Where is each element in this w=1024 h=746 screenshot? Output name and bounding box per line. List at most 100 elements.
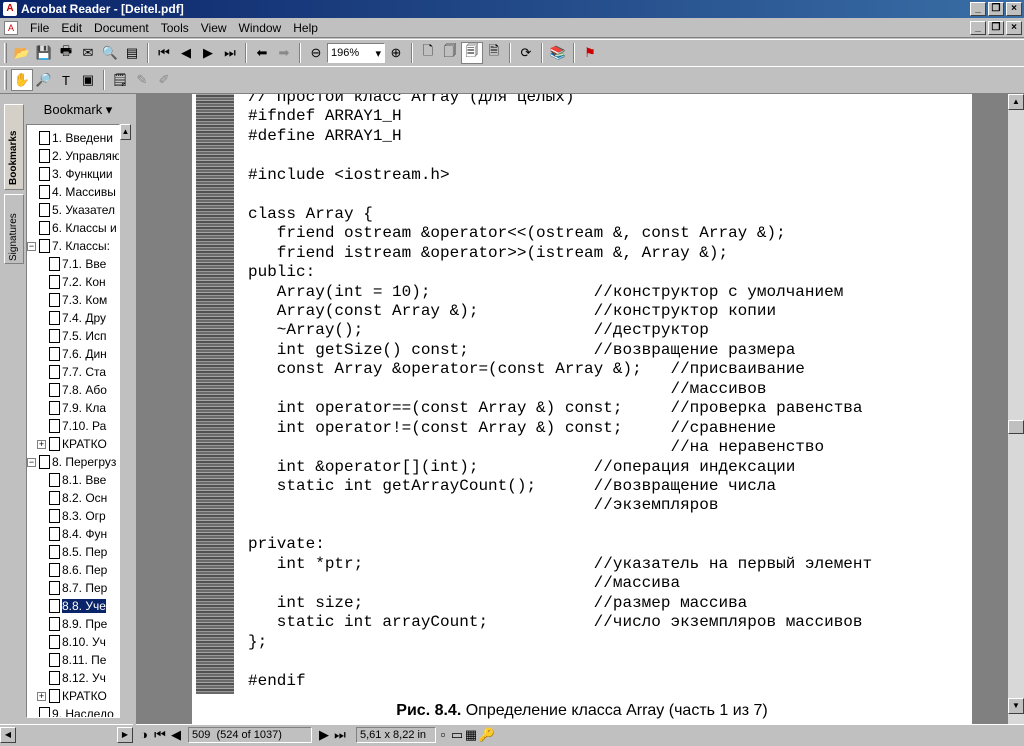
document-icon[interactable]: A xyxy=(4,20,18,35)
last-page-status-icon[interactable]: ⏭ xyxy=(332,724,348,746)
note-tool-icon[interactable]: 🗒 xyxy=(109,69,131,91)
highlight-tool-icon[interactable]: ✐ xyxy=(153,69,175,91)
bookmark-item[interactable]: 7.5. Исп xyxy=(37,327,106,345)
tab-signatures[interactable]: Signatures xyxy=(4,194,24,264)
bookmark-item[interactable]: 8.8. Уче xyxy=(37,597,106,615)
bookmark-item[interactable]: 9. Наследо xyxy=(27,705,114,717)
menu-file[interactable]: File xyxy=(24,21,55,35)
scroll-up-icon[interactable]: ▲ xyxy=(1008,94,1024,110)
expand-icon[interactable]: + xyxy=(37,691,46,701)
next-page-icon[interactable]: ▶ xyxy=(197,42,219,64)
bookmark-item[interactable]: 5. Указател xyxy=(27,201,115,219)
bookmark-item[interactable]: 6. Классы и xyxy=(27,219,117,237)
doc-restore-button[interactable]: ❐ xyxy=(988,21,1004,35)
bookmark-item[interactable]: + КРАТКО xyxy=(37,435,107,453)
menu-document[interactable]: Document xyxy=(88,21,155,35)
bookmark-item[interactable]: 8.5. Пер xyxy=(37,543,107,561)
bookmark-item[interactable]: 8.10. Уч xyxy=(37,633,106,651)
text-select-icon[interactable]: T xyxy=(55,69,77,91)
tab-bookmarks[interactable]: Bookmarks xyxy=(4,104,24,190)
prev-page-icon[interactable]: ◀ xyxy=(175,42,197,64)
bookmark-item[interactable]: − 7. Классы: xyxy=(27,237,110,255)
restore-button[interactable]: ❐ xyxy=(988,2,1004,16)
page-number-field[interactable]: 509 (524 of 1037) xyxy=(188,726,312,743)
print-icon[interactable]: 🖶 xyxy=(55,42,77,64)
fit-page-icon[interactable]: 🗍 xyxy=(439,42,461,64)
bookmark-menu-button[interactable]: Bookmark ▾ xyxy=(26,96,130,124)
open-icon[interactable]: 📂 xyxy=(11,42,33,64)
bookmark-item[interactable]: 3. Функции xyxy=(27,165,113,183)
prev-page-status-icon[interactable]: ◀ xyxy=(168,724,184,746)
bookmark-item[interactable]: 8.9. Пре xyxy=(37,615,107,633)
fit-visible-icon[interactable]: 🗎 xyxy=(483,42,505,64)
bookmark-item[interactable]: 8.6. Пер xyxy=(37,561,107,579)
zoom-input[interactable]: 196% ▾ xyxy=(327,43,385,63)
zoom-tool-icon[interactable]: 🔎 xyxy=(33,69,55,91)
adobe-online-icon[interactable]: ⚑ xyxy=(579,42,601,64)
scroll-right-icon[interactable]: ▶ xyxy=(117,726,133,743)
bookmark-item[interactable]: 8.1. Вве xyxy=(37,471,106,489)
bookmark-item[interactable]: 8.3. Огр xyxy=(37,507,106,525)
menu-help[interactable]: Help xyxy=(287,21,324,35)
doc-close-button[interactable]: × xyxy=(1006,21,1022,35)
menu-tools[interactable]: Tools xyxy=(155,21,195,35)
bookmark-item[interactable]: 8.4. Фун xyxy=(37,525,107,543)
go-back-icon[interactable]: ⬅ xyxy=(251,42,273,64)
bookmark-item[interactable]: 1. Введени xyxy=(27,129,113,147)
toolbar-grip-2[interactable] xyxy=(4,70,7,90)
bookmark-item[interactable]: 7.3. Ком xyxy=(37,291,107,309)
hand-tool-icon[interactable]: ✋ xyxy=(11,69,33,91)
doc-minimize-button[interactable]: _ xyxy=(970,21,986,35)
bookmark-item[interactable]: 7.8. Або xyxy=(37,381,107,399)
chevron-down-icon[interactable]: ▾ xyxy=(375,47,381,60)
scroll-thumb[interactable] xyxy=(1008,420,1024,434)
bookmark-item[interactable]: 7.1. Вве xyxy=(37,255,106,273)
show-navpane-icon[interactable]: ▤ xyxy=(121,42,143,64)
bookmark-item[interactable]: 8.2. Осн xyxy=(37,489,107,507)
facing-icon[interactable]: ▦ xyxy=(464,724,478,746)
bookmark-item[interactable]: 8.12. Уч xyxy=(37,669,106,687)
bookmark-item[interactable]: 7.6. Дин xyxy=(37,345,107,363)
minimize-button[interactable]: _ xyxy=(970,2,986,16)
continuous-icon[interactable]: ▭ xyxy=(450,724,464,746)
single-page-icon[interactable]: ▫ xyxy=(436,724,450,746)
save-icon[interactable]: 💾 xyxy=(33,42,55,64)
collapse-icon[interactable]: − xyxy=(27,457,36,467)
first-page-status-icon[interactable]: ⏮ xyxy=(152,724,168,746)
bookmark-item[interactable]: − 8. Перегруз xyxy=(27,453,116,471)
ebook-icon[interactable]: 📚 xyxy=(547,42,569,64)
zoom-in-icon[interactable]: ⊕ xyxy=(385,42,407,64)
bookmark-item[interactable]: 8.7. Пер xyxy=(37,579,107,597)
bookmark-item[interactable]: 7.9. Кла xyxy=(37,399,106,417)
find-icon[interactable]: 🔍 xyxy=(99,42,121,64)
last-page-icon[interactable]: ⏭ xyxy=(219,42,241,64)
page-mode-icon[interactable]: ◑ xyxy=(136,724,152,746)
collapse-icon[interactable]: − xyxy=(27,241,36,251)
bookmark-item[interactable]: 7.10. Ра xyxy=(37,417,106,435)
nav-hscroll[interactable]: ◀ ▶ xyxy=(0,724,133,744)
scroll-left-icon[interactable]: ◀ xyxy=(0,726,16,743)
graphics-select-icon[interactable]: ▣ xyxy=(77,69,99,91)
rotate-icon[interactable]: ⟳ xyxy=(515,42,537,64)
menu-edit[interactable]: Edit xyxy=(55,21,88,35)
next-page-status-icon[interactable]: ▶ xyxy=(316,724,332,746)
close-button[interactable]: × xyxy=(1006,2,1022,16)
fit-width-icon[interactable]: 🗐 xyxy=(461,42,483,64)
bookmark-item[interactable]: 2. Управляю xyxy=(27,147,119,165)
actual-size-icon[interactable]: 🗋 xyxy=(417,42,439,64)
bookmark-item[interactable]: 7.7. Ста xyxy=(37,363,106,381)
menu-view[interactable]: View xyxy=(195,21,233,35)
email-icon[interactable]: ✉ xyxy=(77,42,99,64)
bookmark-item[interactable]: 7.4. Дру xyxy=(37,309,106,327)
menu-window[interactable]: Window xyxy=(233,21,288,35)
scroll-up-icon[interactable]: ▲ xyxy=(120,124,131,140)
bookmark-item[interactable]: 7.2. Кон xyxy=(37,273,106,291)
pencil-tool-icon[interactable]: ✎ xyxy=(131,69,153,91)
zoom-out-icon[interactable]: ⊖ xyxy=(305,42,327,64)
bookmark-scrollbar[interactable]: ▲ xyxy=(120,124,131,718)
bookmark-item[interactable]: + КРАТКО xyxy=(37,687,107,705)
scroll-down-icon[interactable]: ▼ xyxy=(1008,698,1024,714)
bookmark-item[interactable]: 8.11. Пе xyxy=(37,651,106,669)
bookmark-item[interactable]: 4. Массивы xyxy=(27,183,116,201)
toolbar-grip[interactable] xyxy=(4,43,7,63)
